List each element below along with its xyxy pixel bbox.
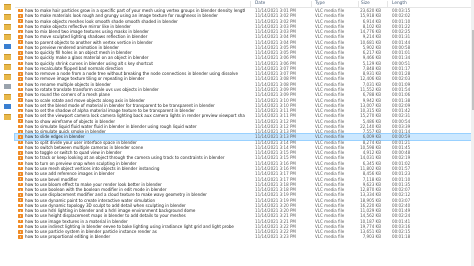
vlc-file-icon [18,56,23,60]
file-name: how to use proportional editing in blend… [25,234,111,240]
column-header-size[interactable]: Size [361,0,381,7]
file-explorer-window: Date Type Size Length how to make hair p… [0,0,474,266]
vlc-file-icon [18,166,23,171]
vlc-file-icon [18,87,23,92]
file-rows: how to make hair particles grow in a spe… [14,8,474,240]
vlc-file-icon [18,93,23,97]
navigation-pane [0,0,15,266]
blue-icon[interactable] [4,104,11,109]
folder-icon[interactable] [4,54,11,60]
vlc-file-icon [18,130,23,134]
vlc-file-icon [18,135,23,139]
vlc-file-icon [18,198,23,202]
vlc-file-icon [18,35,23,39]
vlc-file-icon [18,51,23,55]
file-list: Date Type Size Length how to make hair p… [14,0,474,266]
column-header-name[interactable] [25,0,65,7]
vlc-file-icon [18,193,23,197]
scrollbar-thumb[interactable] [471,30,474,110]
folder-icon[interactable] [4,74,11,80]
vlc-file-icon [18,224,23,229]
vlc-file-icon [18,172,23,176]
grey-icon[interactable] [4,84,11,89]
column-header-date[interactable]: Date [255,0,295,7]
folder-icon[interactable] [4,34,11,40]
vlc-file-icon [18,156,23,160]
blue-icon[interactable] [4,44,11,49]
vlc-file-icon [18,208,23,213]
vlc-file-icon [18,151,23,155]
folder-icon[interactable] [4,24,11,30]
vlc-file-icon [18,235,23,239]
vlc-file-icon [18,214,23,218]
vlc-file-icon [18,66,23,71]
vlc-file-icon [18,114,23,118]
folder-icon[interactable] [4,14,11,20]
vlc-file-icon [18,14,23,18]
folder-icon[interactable] [4,94,11,100]
vlc-file-icon [18,108,23,113]
folder-icon[interactable] [4,114,11,120]
folder-icon[interactable] [4,64,11,70]
vlc-file-icon [18,98,23,102]
vlc-file-icon [18,230,23,234]
vlc-file-icon [18,61,23,66]
folder-icon[interactable] [4,4,11,10]
vlc-file-icon [18,161,23,166]
vlc-file-icon [18,187,23,192]
column-header-length[interactable]: Length [392,0,422,7]
vlc-file-icon [18,19,23,23]
vlc-file-icon [18,82,23,87]
column-divider[interactable] [311,1,312,7]
file-row[interactable]: how to use proportional editing in blend… [15,234,474,239]
vlc-file-icon [18,140,23,145]
vlc-file-icon [18,40,23,44]
vlc-file-icon [18,219,23,224]
vlc-file-icon [18,182,23,187]
vlc-file-icon [18,29,23,34]
column-header-type[interactable]: Type [315,0,345,7]
vlc-file-icon [18,24,23,29]
vlc-file-icon [18,203,23,208]
vlc-file-icon [18,119,23,123]
vlc-file-icon [18,72,23,76]
column-divider[interactable] [387,1,388,7]
vlc-file-icon [18,145,23,150]
column-header-row: Date Type Size Length [15,0,474,8]
column-divider[interactable] [358,1,359,7]
vlc-file-icon [18,177,23,181]
file-length: 00:01:18 [392,234,411,240]
vlc-file-icon [18,103,23,108]
file-size: 7,903 KB [362,234,381,240]
file-date: 11/14/2021 3:23 PM [255,234,296,240]
vlc-file-icon [18,8,23,13]
vlc-file-icon [18,45,23,50]
vlc-file-icon [18,124,23,129]
vlc-file-icon [18,77,23,81]
column-divider[interactable] [250,1,251,7]
